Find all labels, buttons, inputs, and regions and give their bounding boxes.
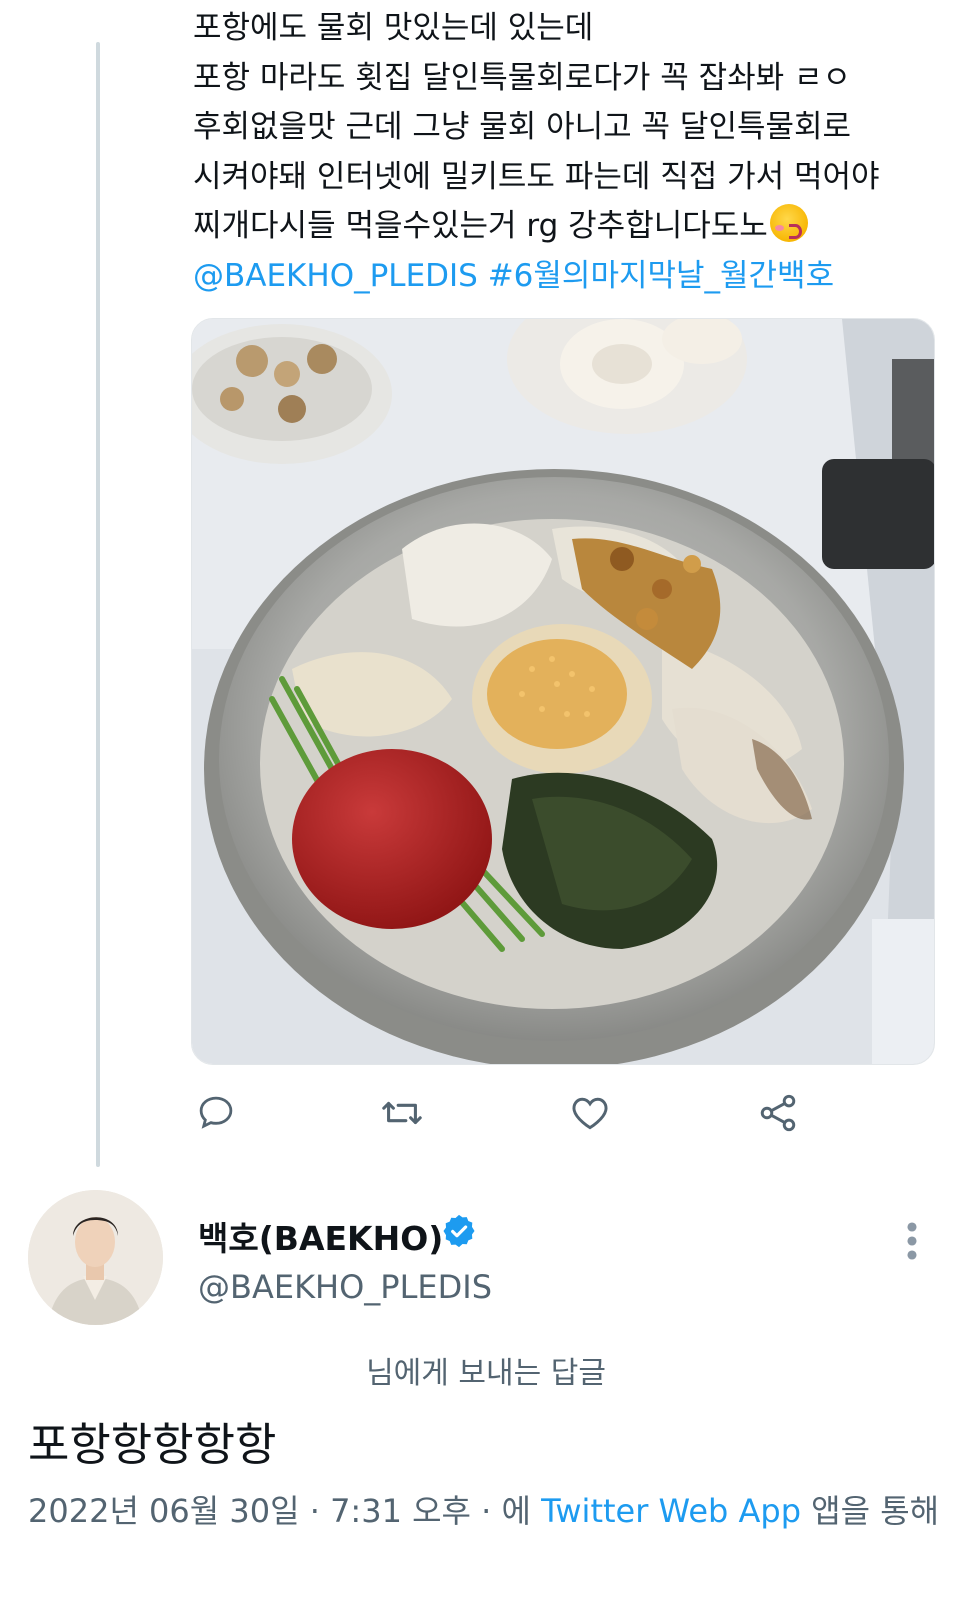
tweet-line: 시켜야돼 인터넷에 밀키트도 파는데 직접 가서 먹어야 — [193, 158, 880, 195]
tweet-photo[interactable] — [191, 318, 935, 1065]
tweet-tags: @BAEKHO_PLEDIS #6월의마지막날_월간백호 — [193, 252, 953, 302]
tweet-date[interactable]: 2022년 06월 30일 — [28, 1492, 300, 1530]
tweet-line: 찌개다시들 먹을수있는거 rg 강추합니다도노 — [193, 208, 768, 244]
hashtag-link[interactable]: #6월의마지막날_월간백호 — [488, 258, 834, 294]
reply-button[interactable] — [191, 1088, 241, 1138]
share-icon — [760, 1094, 796, 1132]
via-suffix: 앱을 통해 — [801, 1492, 940, 1530]
tweet-metadata: 2022년 06월 30일 · 7:31 오후 · 에 Twitter Web … — [28, 1485, 948, 1537]
reply-author: 백호(BAEKHO) @BAEKHO_PLEDIS — [28, 1190, 948, 1340]
verified-badge-icon — [443, 1214, 475, 1248]
tweet-line-with-emoji: 찌개다시들 먹을수있는거 rg 강추합니다도노 — [193, 202, 953, 252]
retweet-button[interactable] — [377, 1088, 427, 1138]
tweet-body: 포항에도 물회 맛있는데 있는데 포항 마라도 횟집 달인특물회로다가 꼭 잡솨… — [193, 4, 953, 301]
avatar-photo — [28, 1190, 163, 1325]
thread-line — [96, 42, 100, 1167]
source-app-link[interactable]: Twitter Web App — [541, 1492, 801, 1530]
tweet-line: 포항 마라도 횟집 달인특물회로다가 꼭 잡솨봐 ㄹㅇ — [193, 59, 852, 96]
via-prefix: 에 — [501, 1492, 542, 1530]
comment-icon — [199, 1096, 233, 1129]
share-button[interactable] — [753, 1088, 803, 1138]
heart-icon — [572, 1097, 608, 1130]
display-name[interactable]: 백호(BAEKHO) — [198, 1212, 443, 1260]
kissing-face-emoji-icon — [769, 204, 808, 242]
reply-tweet-text: 포항항항항항 — [28, 1418, 277, 1471]
mention-link[interactable]: @BAEKHO_PLEDIS — [193, 258, 478, 294]
more-vertical-icon[interactable] — [904, 1220, 920, 1262]
avatar[interactable] — [28, 1190, 163, 1325]
like-button[interactable] — [565, 1088, 615, 1138]
tweet-line: 포항에도 물회 맛있는데 있는데 — [193, 10, 594, 46]
mulhoe-bowl-photo — [192, 319, 934, 1064]
tweet-time[interactable]: 7:31 오후 — [330, 1492, 471, 1530]
tweet-line: 후회없을맛 근데 그냥 물회 아니고 꼭 달인특물회로 — [193, 109, 852, 145]
meta-separator: · — [470, 1492, 502, 1530]
replying-to-label: 님에게 보내는 답글 — [366, 1356, 606, 1391]
tweet-actions — [191, 1088, 911, 1138]
user-handle[interactable]: @BAEKHO_PLEDIS — [198, 1268, 492, 1306]
meta-separator: · — [299, 1492, 331, 1530]
retweet-icon — [382, 1101, 422, 1125]
